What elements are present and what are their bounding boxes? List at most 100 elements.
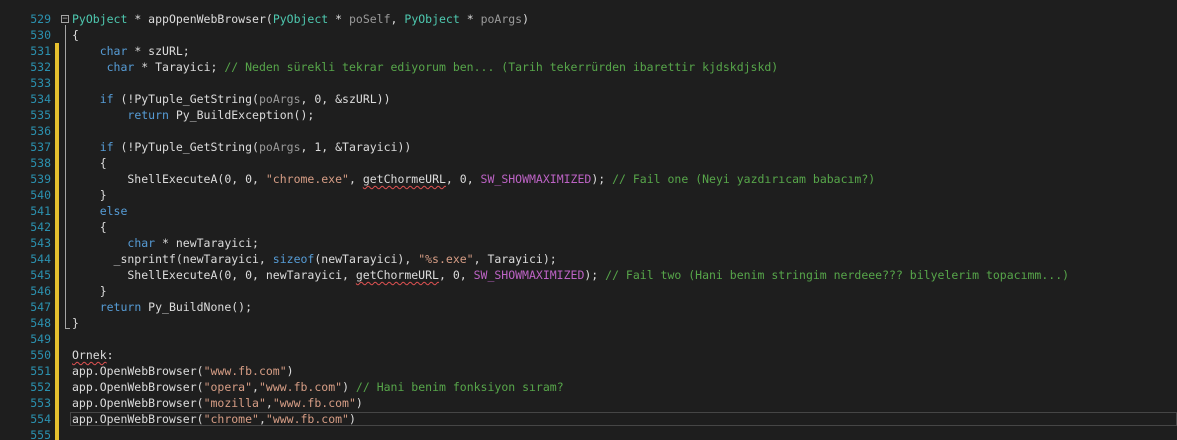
code-text: app.OpenWebBrowser("chrome","www.fb.com"…	[72, 411, 356, 427]
code-token: {	[72, 156, 107, 170]
code-token: * szURL;	[127, 44, 190, 58]
code-token: }	[72, 188, 107, 202]
code-text: if (!PyTuple_GetString(poArgs, 1, &Taray…	[72, 139, 412, 155]
code-token: ,	[390, 12, 405, 26]
code-token: }	[72, 316, 79, 330]
comment-token: // Fail one (Neyi yazdırıcam babacım?)	[612, 172, 876, 186]
comment-token: // Hani benim fonksiyon sıram?	[355, 380, 564, 394]
code-token: {	[72, 220, 107, 234]
code-text: char * newTarayici;	[72, 235, 259, 251]
keyword-token: return	[99, 300, 142, 314]
code-token: _snprintf(newTarayici,	[72, 252, 273, 266]
code-line-543[interactable]: 543 {	[0, 219, 1177, 267]
code-token: )	[348, 412, 356, 426]
code-line-551[interactable]: 551 Ornek:	[0, 347, 1177, 395]
code-token: ShellExecuteA(0, 0,	[72, 172, 266, 186]
function-token: appOpenWebBrowser	[148, 12, 266, 26]
code-line-536[interactable]: 536 return Py_BuildException();	[0, 107, 1177, 155]
type-token: PyObject	[272, 12, 329, 26]
code-line-556[interactable]: 556	[0, 427, 1177, 440]
code-line-533[interactable]: 533 char * Tarayici; // Neden sürekli te…	[0, 59, 1177, 107]
code-token: app.OpenWebBrowser(	[72, 380, 204, 394]
code-text: char * Tarayici; // Neden sürekli tekrar…	[72, 59, 779, 75]
code-line-540[interactable]: 540 ShellExecuteA(0, 0, "chrome.exe", ge…	[0, 171, 1177, 219]
code-line-554[interactable]: 554 app.OpenWebBrowser("mozilla","www.fb…	[0, 395, 1177, 440]
code-line-548[interactable]: 548 return Py_BuildNone();	[0, 299, 1177, 347]
type-token: PyObject	[404, 12, 460, 26]
code-token: , 0,	[445, 172, 481, 186]
code-token: (!PyTuple_GetString(	[113, 140, 259, 154]
code-token: , Tarayici);	[473, 252, 557, 266]
code-text: {	[72, 155, 107, 171]
code-text: Ornek:	[72, 347, 114, 363]
code-line-534[interactable]: 534	[0, 75, 1177, 123]
error-token[interactable]: Ornek	[72, 348, 107, 362]
code-line-530[interactable]: 530 − PyObject * appOpenWebBrowser(PyObj…	[0, 11, 1177, 59]
type-token: PyObject	[72, 12, 128, 26]
code-token: app.OpenWebBrowser(	[72, 364, 204, 378]
code-token: ,	[252, 380, 259, 394]
code-line-537[interactable]: 537	[0, 123, 1177, 171]
code-line-553[interactable]: 553 app.OpenWebBrowser("opera","www.fb.c…	[0, 379, 1177, 427]
code-line-542[interactable]: 542 else	[0, 203, 1177, 251]
code-line-546[interactable]: 546 ShellExecuteA(0, 0, newTarayici, get…	[0, 267, 1177, 315]
error-token[interactable]: getChormeURL	[363, 172, 446, 186]
comment-token: // Neden sürekli tekrar ediyorum ben... …	[224, 60, 779, 74]
code-token: ,	[258, 412, 266, 426]
code-token: )	[342, 380, 356, 394]
error-token[interactable]: getChormeURL	[356, 268, 439, 282]
code-line-544[interactable]: 544 char * newTarayici;	[0, 235, 1177, 283]
code-token: Py_BuildException();	[168, 108, 315, 122]
code-token: app.OpenWebBrowser(	[72, 412, 204, 426]
keyword-token: if	[99, 92, 114, 106]
code-token: (!PyTuple_GetString(	[113, 92, 259, 106]
code-line-538[interactable]: 538 if (!PyTuple_GetString(poArgs, 1, &T…	[0, 139, 1177, 187]
param-token: poSelf	[348, 12, 391, 26]
code-text: {	[72, 27, 79, 43]
keyword-token: char	[127, 236, 156, 250]
code-text: if (!PyTuple_GetString(poArgs, 0, &szURL…	[72, 91, 391, 107]
code-line-545[interactable]: 545 _snprintf(newTarayici, sizeof(newTar…	[0, 251, 1177, 299]
string-token: "www.fb.com"	[258, 380, 343, 394]
code-line-552[interactable]: 552 app.OpenWebBrowser("www.fb.com")	[0, 363, 1177, 411]
collapse-icon[interactable]: −	[61, 15, 69, 24]
code-token: )	[355, 396, 363, 410]
code-line-539[interactable]: 539 {	[0, 155, 1177, 203]
code-line-529[interactable]: 529	[0, 0, 1177, 26]
code-text: PyObject * appOpenWebBrowser(PyObject * …	[72, 11, 529, 27]
keyword-token: sizeof	[272, 252, 315, 266]
code-line-531[interactable]: 531 {	[0, 27, 1177, 75]
code-line-547[interactable]: 547 }	[0, 283, 1177, 331]
param-token: poArgs	[258, 92, 301, 106]
code-line-532[interactable]: 532 char * szURL;	[0, 43, 1177, 91]
code-token: , 0, &szURL))	[300, 92, 391, 106]
code-token: :	[106, 348, 114, 362]
code-token: * Tarayici;	[134, 60, 225, 74]
code-token: *	[127, 12, 149, 26]
keyword-token: return	[127, 108, 169, 122]
code-line-550[interactable]: 550	[0, 331, 1177, 379]
code-line-555[interactable]: 555 app.OpenWebBrowser("chrome","www.fb.…	[0, 411, 1177, 440]
code-editor[interactable]: 529 530 − PyObject * appOpenWebBrowser(P…	[0, 0, 1177, 440]
code-text: _snprintf(newTarayici, sizeof(newTarayic…	[72, 251, 557, 267]
code-text: app.OpenWebBrowser("opera","www.fb.com")…	[72, 379, 564, 395]
code-line-541[interactable]: 541 }	[0, 187, 1177, 235]
code-token: (	[265, 12, 273, 26]
code-line-535[interactable]: 535 if (!PyTuple_GetString(poArgs, 0, &s…	[0, 91, 1177, 139]
code-text: char * szURL;	[72, 43, 190, 59]
code-token: {	[72, 28, 79, 42]
code-token: }	[72, 284, 107, 298]
code-token: app.OpenWebBrowser(	[72, 396, 204, 410]
code-line-549[interactable]: 549 }	[0, 315, 1177, 363]
param-token: poArgs	[480, 12, 523, 26]
code-token: ShellExecuteA(0, 0, newTarayici,	[72, 268, 356, 282]
code-token: )	[522, 12, 530, 26]
string-token: "mozilla"	[203, 396, 266, 410]
code-text: }	[72, 283, 107, 299]
